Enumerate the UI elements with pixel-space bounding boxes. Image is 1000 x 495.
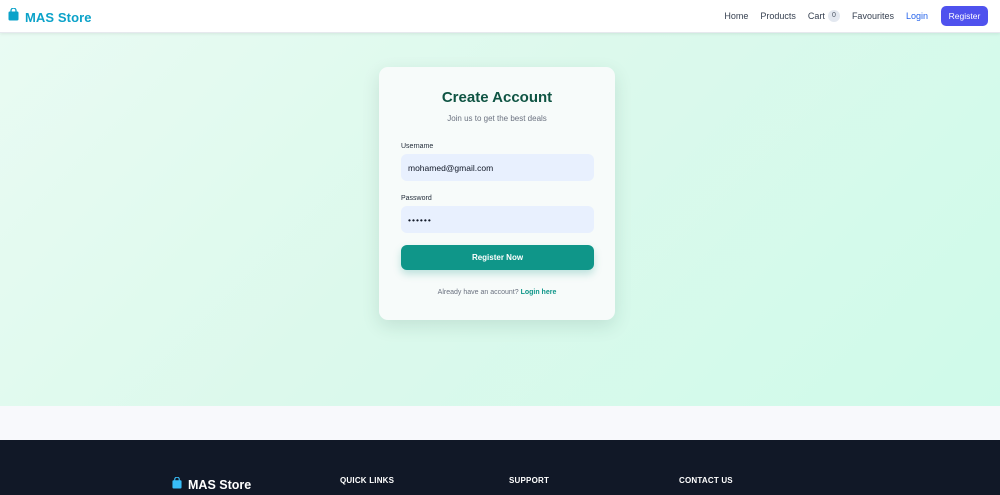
login-prompt: Already have an account? Login here: [379, 289, 615, 296]
login-prompt-text: Already have an account?: [437, 289, 519, 296]
login-here-link[interactable]: Login here: [521, 289, 557, 296]
form-subtitle: Join us to get the best deals: [447, 114, 547, 123]
form-title: Create Account: [441, 89, 553, 106]
nav-cart-label: Cart: [807, 11, 825, 21]
register-now-button[interactable]: Register Now: [401, 245, 594, 270]
brand-logo[interactable]: MAS Store: [8, 7, 92, 26]
nav-cart[interactable]: Cart 0: [808, 10, 840, 22]
navbar: MAS Store Home Products Cart 0 Favourite…: [0, 0, 1000, 33]
shopping-bag-icon: [172, 476, 182, 494]
username-label: Username: [401, 143, 434, 150]
section-spacer: [0, 406, 1000, 440]
footer-brand[interactable]: MAS Store: [172, 476, 251, 494]
nav-products[interactable]: Products: [760, 11, 796, 21]
footer: MAS Store QUICK LINKS SUPPORT CONTACT US: [0, 440, 1000, 495]
nav-register-button[interactable]: Register: [941, 6, 988, 26]
password-label: Password: [401, 195, 432, 202]
footer-contact-heading: CONTACT US: [679, 476, 733, 485]
hero-section: Create Account Join us to get the best d…: [0, 33, 1000, 406]
brand-name: MAS Store: [25, 9, 92, 25]
username-input[interactable]: mohamed@gmail.com: [401, 154, 594, 181]
nav-home[interactable]: Home: [724, 11, 748, 21]
footer-quick-links-heading: QUICK LINKS: [340, 476, 395, 485]
nav-login[interactable]: Login: [906, 11, 928, 21]
footer-support-heading: SUPPORT: [509, 476, 550, 485]
footer-brand-name: MAS Store: [188, 478, 252, 492]
nav-links: Home Products Cart 0 Favourites Login Re…: [712, 5, 988, 27]
shopping-bag-icon: [8, 7, 19, 26]
nav-favourites[interactable]: Favourites: [852, 11, 894, 21]
register-card: Create Account Join us to get the best d…: [379, 67, 615, 320]
password-input[interactable]: ••••••: [401, 206, 594, 233]
cart-count-badge: 0: [827, 10, 840, 22]
